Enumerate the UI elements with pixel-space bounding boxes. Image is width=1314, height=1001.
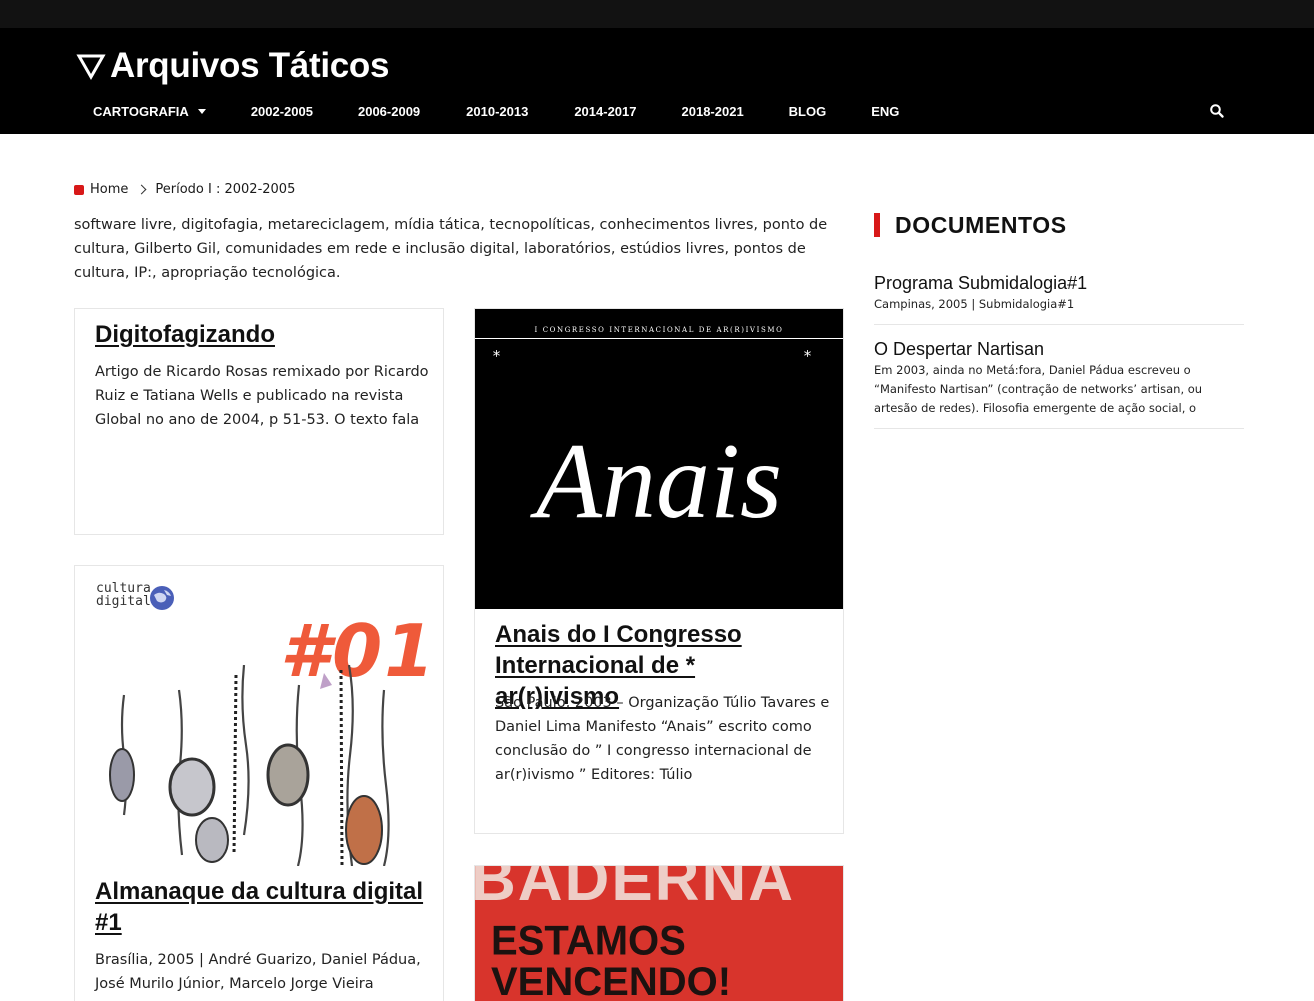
- nav-label: 2002-2005: [250, 103, 313, 119]
- breadcrumb: Home Período I : 2002-2005: [74, 182, 295, 197]
- post-card: BADERNA ESTAMOS VENCENDO!: [474, 865, 844, 1001]
- post-thumbnail[interactable]: I CONGRESSO INTERNACIONAL DE AR(R)IVISMO…: [475, 309, 843, 609]
- sidebar-documents: DOCUMENTOS Programa Submidalogia#1 Campi…: [874, 212, 1244, 429]
- post-card: I CONGRESSO INTERNACIONAL DE AR(R)IVISMO…: [474, 308, 844, 834]
- main-nav: CARTOGRAFIA 2002-2005 2006-2009 2010-201…: [74, 100, 918, 122]
- site-brand[interactable]: Arquivos Táticos: [76, 46, 389, 86]
- nav-item-2010-2013[interactable]: 2010-2013: [439, 100, 547, 122]
- keychains-illustration: [109, 665, 390, 866]
- thumbnail-title-text: BADERNA: [475, 866, 795, 914]
- thumbnail-word: Anais: [535, 422, 782, 541]
- nav-label: 2010-2013: [466, 103, 529, 119]
- nav-item-2006-2009[interactable]: 2006-2009: [332, 100, 439, 122]
- nav-label: ENG: [871, 103, 900, 119]
- site-title: Arquivos Táticos: [110, 46, 390, 85]
- thumbnail-headline: ESTAMOS: [491, 917, 686, 965]
- post-thumbnail[interactable]: cultura digital #01: [84, 575, 431, 866]
- post-thumbnail[interactable]: BADERNA ESTAMOS VENCENDO!: [475, 866, 843, 1001]
- post-excerpt: Artigo de Ricardo Rosas remixado por Ric…: [95, 364, 429, 428]
- breadcrumb-current: Período I : 2002-2005: [155, 182, 296, 197]
- home-dot-icon: [74, 184, 84, 195]
- star-icon: *: [803, 347, 813, 365]
- search-icon[interactable]: [1209, 103, 1225, 119]
- nav-item-cartografia[interactable]: CARTOGRAFIA: [74, 100, 225, 122]
- nav-item-2014-2017[interactable]: 2014-2017: [547, 100, 655, 122]
- document-title[interactable]: O Despertar Nartisan: [874, 338, 1244, 360]
- triangle-down-icon: [76, 54, 106, 81]
- nav-item-2018-2021[interactable]: 2018-2021: [656, 100, 763, 122]
- post-title[interactable]: Digitofagizando: [95, 319, 425, 350]
- document-title[interactable]: Programa Submidalogia#1: [874, 272, 1244, 294]
- accent-bar: [874, 213, 880, 237]
- sidebar-list-item: Programa Submidalogia#1 Campinas, 2005 |…: [874, 272, 1244, 325]
- sidebar-heading: DOCUMENTOS: [874, 212, 1244, 238]
- sidebar-title: DOCUMENTOS: [895, 211, 1067, 238]
- post-title[interactable]: Almanaque da cultura digital #1: [95, 876, 425, 938]
- nav-item-2002-2005[interactable]: 2002-2005: [225, 100, 332, 122]
- top-strip: [0, 0, 1314, 28]
- caret-down-icon: [197, 108, 206, 114]
- sidebar-list-item: O Despertar Nartisan Em 2003, ainda no M…: [874, 338, 1244, 429]
- nav-item-blog[interactable]: BLOG: [763, 100, 846, 122]
- document-meta: Campinas, 2005 | Submidalogia#1: [874, 297, 1075, 311]
- archive-description: software livre, digitofagia, metarecicla…: [74, 217, 828, 281]
- post-card: cultura digital #01 Almanaque da cultura…: [74, 565, 444, 1001]
- thumbnail-headline: VENCENDO!: [491, 960, 732, 1001]
- nav-label: CARTOGRAFIA: [93, 103, 189, 119]
- star-icon: *: [492, 347, 502, 365]
- thumbnail-logo-line: digital: [96, 594, 151, 609]
- document-meta: Em 2003, ainda no Metá:fora, Daniel Pádu…: [874, 363, 1203, 415]
- post-excerpt: São Paulo, 2003 – Organização Túlio Tava…: [495, 695, 830, 783]
- breadcrumb-home[interactable]: Home: [90, 182, 128, 197]
- nav-label: 2018-2021: [681, 103, 744, 119]
- site-header: Arquivos Táticos CARTOGRAFIA 2002-2005 2…: [0, 28, 1314, 134]
- nav-label: 2006-2009: [357, 103, 421, 119]
- globe-icon: [150, 586, 174, 610]
- thumbnail-header-text: I CONGRESSO INTERNACIONAL DE AR(R)IVISMO: [534, 326, 784, 334]
- nav-label: 2014-2017: [574, 103, 637, 119]
- post-excerpt: Brasília, 2005 | André Guarizo, Daniel P…: [95, 952, 421, 992]
- nav-label: BLOG: [788, 103, 827, 119]
- post-card: Digitofagizando Artigo de Ricardo Rosas …: [74, 308, 444, 535]
- nav-item-eng[interactable]: ENG: [845, 100, 918, 122]
- chevron-right-icon: [136, 184, 147, 195]
- thumbnail-rule: [475, 338, 843, 339]
